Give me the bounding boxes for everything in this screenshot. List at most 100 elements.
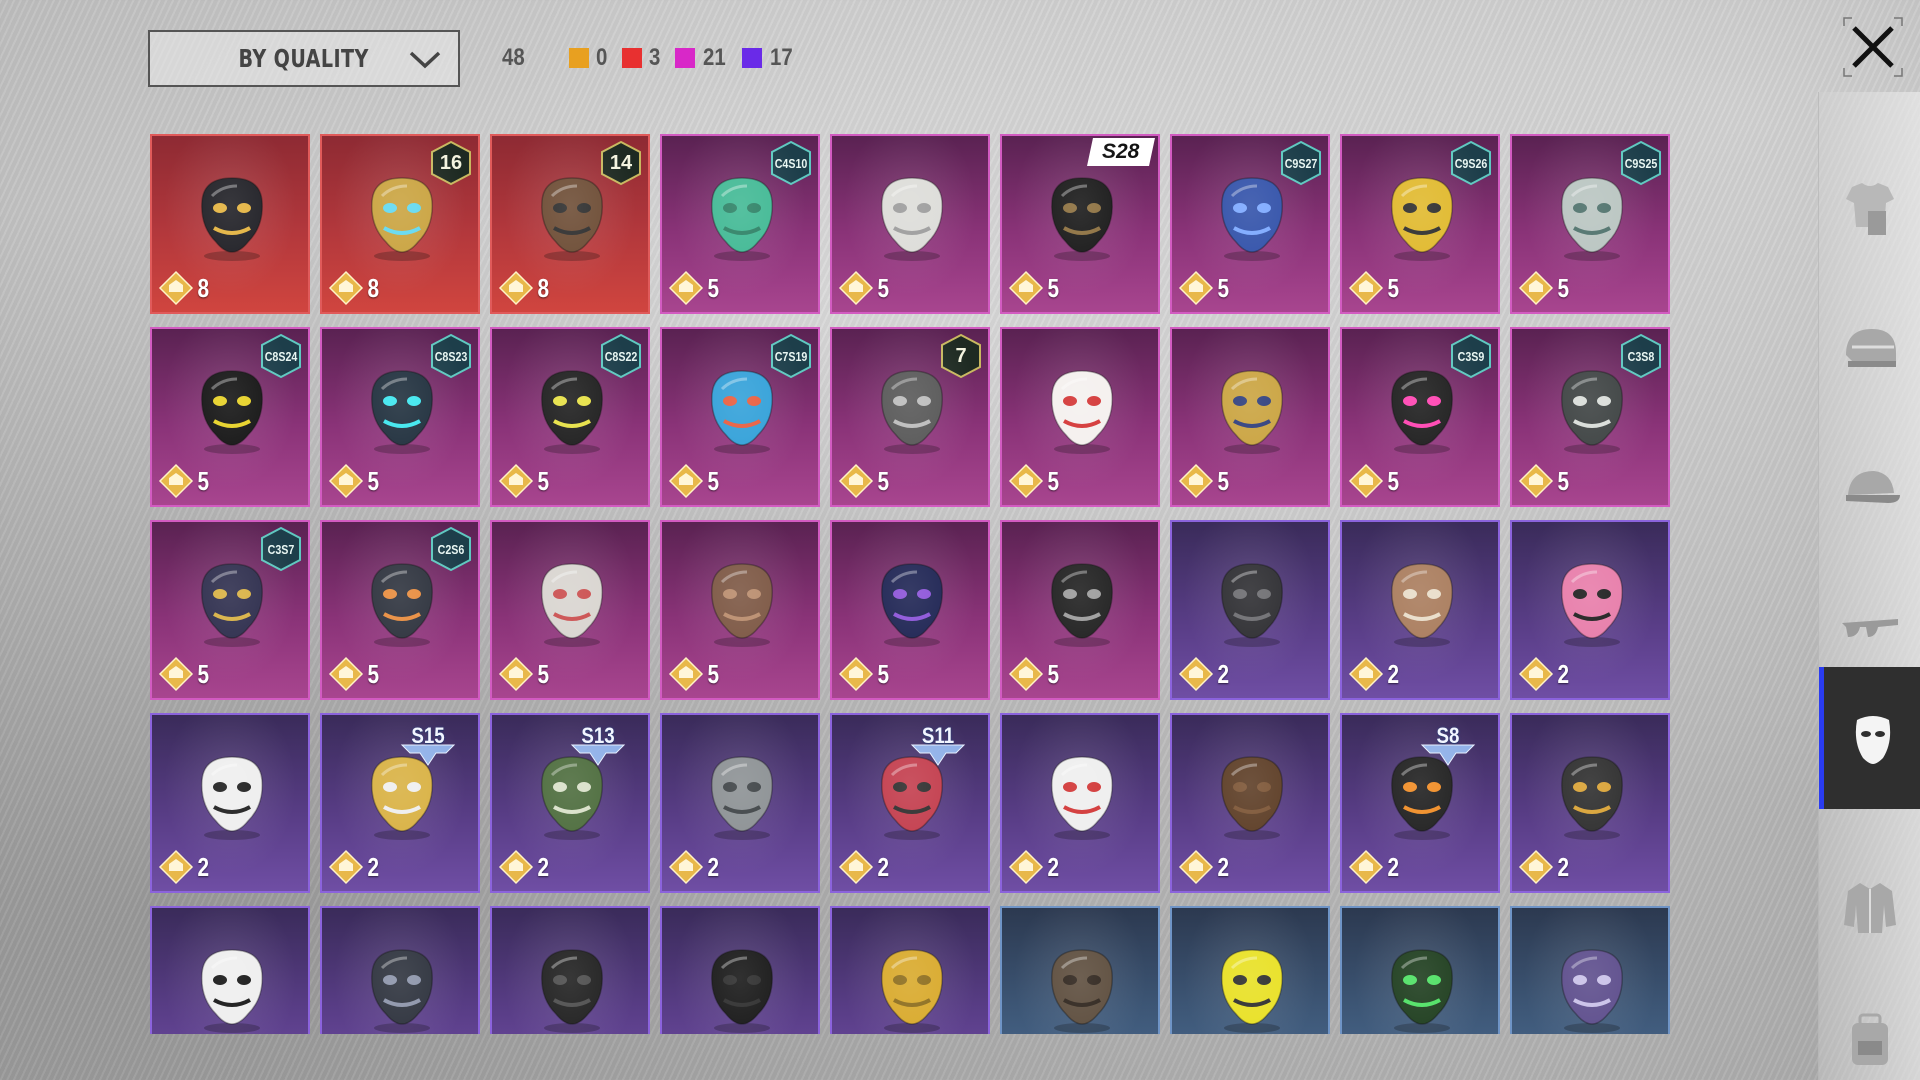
item-card[interactable]: C7S19 5 — [660, 327, 820, 507]
item-card[interactable]: 8 — [150, 134, 310, 314]
item-card[interactable]: 14 8 — [490, 134, 650, 314]
item-card[interactable]: 2 — [150, 713, 310, 893]
score-diamond-icon — [1008, 270, 1044, 306]
item-card[interactable]: C8S22 5 — [490, 327, 650, 507]
item-card[interactable]: 5 — [660, 520, 820, 700]
score-diamond-icon — [328, 463, 364, 499]
score-value: 2 — [707, 851, 720, 882]
item-card[interactable]: S8 2 — [1340, 713, 1500, 893]
item-card[interactable] — [1340, 906, 1500, 1034]
item-card[interactable] — [150, 906, 310, 1034]
item-card[interactable] — [1170, 906, 1330, 1034]
score-value: 2 — [197, 851, 210, 882]
badge-label: C3S7 — [267, 541, 295, 557]
score-value: 5 — [877, 658, 890, 689]
item-card[interactable] — [1510, 906, 1670, 1034]
helmet-icon — [1846, 329, 1896, 367]
score-value: 5 — [1557, 465, 1570, 496]
item-card[interactable]: 2 — [1170, 713, 1330, 893]
score-value: 5 — [1217, 465, 1230, 496]
mask-tab[interactable] — [1819, 667, 1920, 809]
season-code-badge: C8S23 — [428, 333, 474, 379]
item-card[interactable]: S15 2 — [320, 713, 480, 893]
item-card[interactable]: 5 — [490, 520, 650, 700]
rarity-count-number: 0 — [595, 44, 608, 71]
item-card[interactable]: C3S9 5 — [1340, 327, 1500, 507]
jacket-tab[interactable] — [1819, 836, 1920, 978]
score-value: 2 — [1557, 658, 1570, 689]
item-card[interactable]: 16 8 — [320, 134, 480, 314]
rarity-count-number: 17 — [770, 44, 793, 71]
score-diamond-icon — [158, 270, 194, 306]
item-card[interactable]: 5 — [1000, 327, 1160, 507]
item-card[interactable]: S11 2 — [830, 713, 990, 893]
item-card[interactable]: 2 — [1170, 520, 1330, 700]
item-card[interactable]: 5 — [1170, 327, 1330, 507]
rusty-skull-mask-icon — [1051, 949, 1113, 1033]
item-card[interactable]: 2 — [1510, 520, 1670, 700]
badge-label: C2S6 — [437, 541, 465, 557]
score-value: 2 — [537, 851, 550, 882]
item-card[interactable]: C9S25 5 — [1510, 134, 1670, 314]
gold-knight-mask-icon — [1221, 370, 1283, 454]
backpack-tab[interactable] — [1819, 968, 1920, 1080]
item-card[interactable]: S13 2 — [490, 713, 650, 893]
item-card[interactable]: S28 5 — [1000, 134, 1160, 314]
item-card[interactable]: C2S6 5 — [320, 520, 480, 700]
item-card[interactable]: C3S8 5 — [1510, 327, 1670, 507]
cap-icon — [1846, 471, 1900, 503]
item-card[interactable]: 2 — [660, 713, 820, 893]
outfit-icon — [1846, 183, 1894, 235]
score-diamond-icon — [1178, 463, 1214, 499]
rarity-count: 21 — [675, 44, 728, 72]
level-badge: 7 — [938, 333, 984, 379]
close-icon[interactable] — [1840, 14, 1906, 80]
item-card[interactable]: C8S23 5 — [320, 327, 480, 507]
item-card[interactable] — [830, 906, 990, 1034]
item-card[interactable]: C8S24 5 — [150, 327, 310, 507]
black-bandana-icon — [711, 949, 773, 1033]
item-score: 5 — [328, 656, 380, 692]
item-card[interactable] — [320, 906, 480, 1034]
season-code-badge: C2S6 — [428, 526, 474, 572]
skull-bandana-dark-icon — [1051, 563, 1113, 647]
item-card[interactable]: 2 — [1510, 713, 1670, 893]
sort-label: BY QUALITY — [238, 44, 370, 73]
score-diamond-icon — [1348, 849, 1384, 885]
score-diamond-icon — [1518, 849, 1554, 885]
item-score: 2 — [1518, 656, 1570, 692]
badge-label: S11 — [921, 723, 955, 748]
level-badge: 16 — [428, 140, 474, 186]
item-card[interactable] — [1000, 906, 1160, 1034]
item-score: 5 — [1008, 463, 1060, 499]
item-score: 5 — [158, 656, 210, 692]
score-diamond-icon — [668, 270, 704, 306]
score-value: 5 — [707, 465, 720, 496]
helmet-tab[interactable] — [1819, 278, 1920, 420]
item-card[interactable]: 75 — [830, 327, 990, 507]
item-card[interactable]: 2 — [1000, 713, 1160, 893]
hat-tab[interactable] — [1819, 418, 1920, 560]
plague-beak-mask-icon — [711, 563, 773, 647]
item-card[interactable]: 5 — [1000, 520, 1160, 700]
item-card[interactable]: 5 — [830, 134, 990, 314]
badge-label: C9S25 — [1624, 155, 1658, 171]
outfit-tab[interactable] — [1819, 138, 1920, 280]
item-card[interactable]: C9S27 5 — [1170, 134, 1330, 314]
score-diamond-icon — [1348, 656, 1384, 692]
rarity-count-number: 21 — [703, 44, 727, 71]
item-card[interactable] — [490, 906, 650, 1034]
item-score: 8 — [498, 270, 550, 306]
item-card[interactable]: 2 — [1340, 520, 1500, 700]
item-card[interactable]: C4S10 5 — [660, 134, 820, 314]
sort-dropdown[interactable]: BY QUALITY — [148, 30, 460, 87]
item-card[interactable]: 5 — [830, 520, 990, 700]
item-card[interactable]: C3S7 5 — [150, 520, 310, 700]
item-card[interactable]: C9S26 5 — [1340, 134, 1500, 314]
score-diamond-icon — [1178, 270, 1214, 306]
item-card[interactable] — [660, 906, 820, 1034]
item-score: 2 — [1348, 849, 1400, 885]
score-value: 2 — [1557, 851, 1570, 882]
season-code-badge: C3S9 — [1448, 333, 1494, 379]
level-badge: 14 — [598, 140, 644, 186]
